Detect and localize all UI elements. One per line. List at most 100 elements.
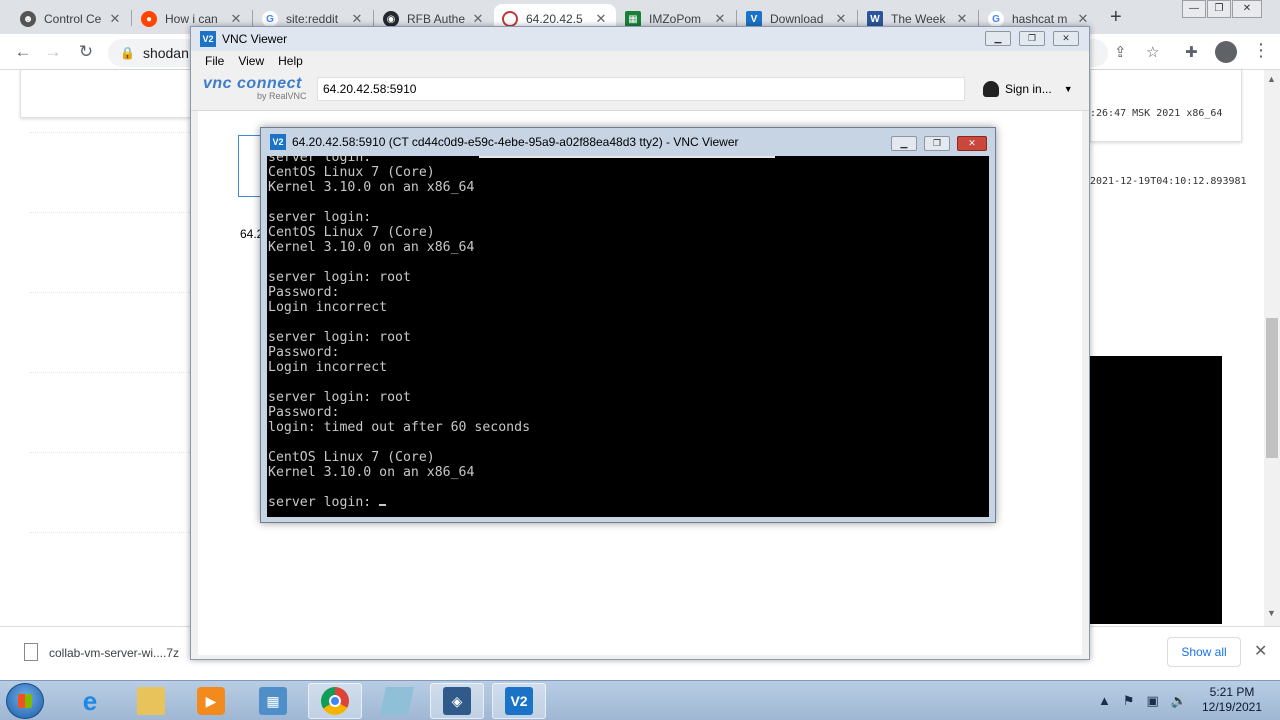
close-icon[interactable]: ✕: [350, 11, 364, 27]
taskbar-ie[interactable]: e: [63, 683, 117, 719]
minimize-icon[interactable]: ▁: [985, 31, 1011, 46]
close-window-icon[interactable]: ✕: [1232, 0, 1262, 18]
ie-icon: e: [82, 685, 98, 716]
menu-view[interactable]: View: [238, 54, 264, 68]
virtualbox-icon: ◈: [443, 687, 471, 715]
tab-label: RFB Authe: [407, 12, 466, 26]
windows-logo-icon: [18, 694, 32, 708]
vnc-server-address-input[interactable]: 64.20.42.58:5910: [317, 77, 965, 101]
maximize-icon[interactable]: ❐: [924, 136, 950, 151]
new-tab-icon[interactable]: +: [1110, 6, 1122, 29]
page-scrollbar[interactable]: ▲ ▼: [1264, 70, 1280, 636]
close-icon[interactable]: ✕: [594, 11, 608, 27]
download-item[interactable]: collab-vm-server-wi....7z: [49, 646, 179, 660]
remote-terminal[interactable]: server login: CentOS Linux 7 (Core) Kernel…: [267, 156, 989, 517]
menu-dots-icon[interactable]: ⋮: [1252, 40, 1270, 61]
tab-control-center[interactable]: ☻ Control Ce ✕: [12, 4, 130, 34]
scroll-up-icon[interactable]: ▲: [1267, 74, 1276, 84]
maximize-icon[interactable]: ❐: [1207, 0, 1231, 18]
window-title: VNC Viewer: [222, 32, 288, 46]
share-icon[interactable]: ⇪: [1114, 43, 1127, 61]
terminal-line: server login: root: [268, 330, 411, 345]
terminal-cursor: [379, 496, 387, 506]
media-player-icon: ▶: [197, 687, 225, 715]
close-icon[interactable]: ✕: [1076, 11, 1090, 27]
address-text: shodan.: [142, 45, 193, 61]
vnc-connect-logo: vnc connect by RealVNC: [203, 75, 313, 101]
terminal-line: Password:: [268, 405, 340, 420]
vnc-logo-icon: V2: [270, 134, 286, 150]
tab-label: Control Ce: [44, 12, 102, 26]
tab-label: IMZoPom: [649, 12, 702, 26]
explorer-icon: [137, 687, 165, 715]
github-icon: ◉: [383, 11, 399, 27]
terminal-line: login: timed out after 60 seconds: [268, 420, 531, 435]
maximize-icon[interactable]: ❐: [1019, 31, 1045, 46]
close-icon[interactable]: ✕: [713, 11, 727, 27]
minimize-icon[interactable]: —: [1182, 0, 1206, 18]
close-icon[interactable]: ✕: [108, 11, 122, 27]
bookmark-star-icon[interactable]: ☆: [1146, 43, 1159, 61]
back-icon[interactable]: ←: [12, 42, 34, 62]
minimize-icon[interactable]: ▁: [891, 136, 917, 151]
sign-in-button[interactable]: Sign in... ▼: [983, 81, 1073, 97]
menu-bar: File View Help: [191, 51, 1089, 71]
show-all-button[interactable]: Show all: [1167, 637, 1241, 667]
close-icon[interactable]: ✕: [1254, 641, 1267, 661]
close-icon[interactable]: ✕: [471, 11, 485, 27]
session-title: 64.20.42.58:5910 (CT cd44c0d9-e59c-4ebe-…: [292, 135, 739, 149]
window-title-bar[interactable]: V2 VNC Viewer ▁ ❐ ✕: [191, 27, 1089, 51]
clock[interactable]: 5:21 PM 12/19/2021: [1196, 685, 1268, 715]
terminal-line: CentOS Linux 7 (Core): [268, 225, 435, 240]
screenshot-preview: [1090, 356, 1222, 624]
clock-date: 12/19/2021: [1201, 700, 1263, 714]
taskbar-media-player[interactable]: ▶: [184, 683, 238, 719]
taskbar-notepad[interactable]: [370, 683, 424, 719]
network-icon[interactable]: ▣: [1147, 693, 1159, 709]
scroll-down-icon[interactable]: ▼: [1267, 608, 1276, 618]
shodan-icon: [502, 11, 518, 27]
scroll-thumb[interactable]: [1266, 318, 1278, 458]
show-hidden-icons-icon[interactable]: ▲: [1098, 693, 1111, 709]
menu-file[interactable]: File: [205, 54, 224, 68]
close-icon[interactable]: ✕: [955, 11, 969, 27]
divider: [30, 292, 190, 293]
taskbar-explorer[interactable]: [124, 683, 178, 719]
terminal-line: Kernel 3.10.0 on an x86_64: [268, 180, 475, 195]
toolbar-edge: [479, 156, 775, 158]
taskbar-vnc-viewer[interactable]: V2: [492, 683, 546, 719]
brand-sub: by RealVNC: [257, 91, 307, 101]
terminal-line: server login:: [268, 210, 372, 225]
address-toolbar: vnc connect by RealVNC 64.20.42.58:5910 …: [191, 71, 1089, 111]
result-card: [1090, 70, 1242, 142]
close-icon[interactable]: ✕: [229, 11, 243, 27]
clock-time: 5:21 PM: [1209, 685, 1255, 699]
forward-icon[interactable]: →: [42, 42, 64, 62]
divider: [30, 532, 190, 533]
start-button[interactable]: [6, 683, 44, 719]
close-icon[interactable]: ✕: [834, 11, 848, 27]
session-title-bar[interactable]: V2 64.20.42.58:5910 (CT cd44c0d9-e59c-4e…: [261, 128, 995, 156]
taskbar-virtualbox[interactable]: ◈: [430, 683, 484, 719]
menu-help[interactable]: Help: [278, 54, 303, 68]
close-icon[interactable]: ✕: [1053, 31, 1079, 46]
close-icon[interactable]: ✕: [957, 136, 987, 151]
terminal-line: Login incorrect: [268, 300, 388, 315]
result-card: [20, 70, 200, 118]
taskbar: e ▶ ▦ ◈ V2 ▲ ⚑ ▣ 🔊 5:21 PM 12/19/2021: [0, 680, 1280, 720]
tab-divider: [131, 10, 132, 26]
taskbar-control-panel[interactable]: ▦: [246, 683, 300, 719]
vnc-icon: V: [746, 11, 762, 27]
terminal-line: CentOS Linux 7 (Core): [268, 165, 435, 180]
tab-divider: [978, 10, 979, 26]
volume-icon[interactable]: 🔊: [1171, 693, 1187, 709]
extensions-icon[interactable]: ✚: [1185, 43, 1198, 61]
profile-avatar[interactable]: [1215, 41, 1237, 63]
action-center-flag-icon[interactable]: ⚑: [1123, 693, 1135, 709]
taskbar-chrome[interactable]: [308, 683, 362, 719]
divider: [30, 132, 190, 133]
reload-icon[interactable]: ↻: [75, 42, 97, 62]
